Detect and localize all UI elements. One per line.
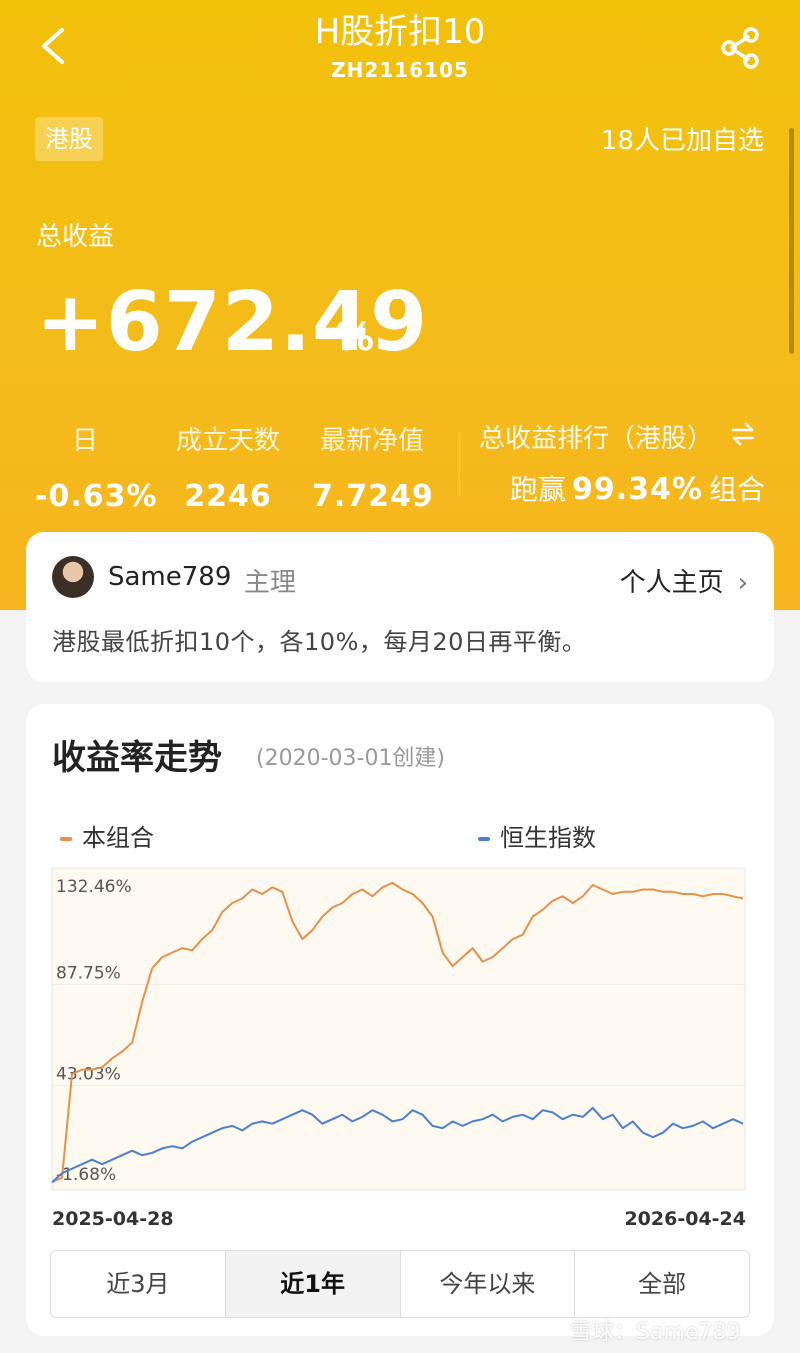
chevron-right-icon: › bbox=[737, 568, 748, 598]
tab-3m[interactable]: 近3月 bbox=[51, 1251, 226, 1317]
rank-label: 总收益排行（港股） bbox=[479, 424, 714, 454]
tab-ytd[interactable]: 今年以来 bbox=[401, 1251, 576, 1317]
rank-suffix: 组合 bbox=[708, 473, 765, 506]
stat-value: 2246 bbox=[184, 479, 272, 514]
tab-1y[interactable]: 近1年 bbox=[225, 1251, 401, 1317]
tab-all[interactable]: 全部 bbox=[575, 1251, 749, 1317]
manager-role: 主理 bbox=[244, 568, 297, 598]
stat-daily: 日 -0.63% bbox=[35, 420, 158, 514]
portfolio-description: 港股最低折扣10个，各10%，每月20日再平衡。 bbox=[52, 628, 587, 656]
portfolio-code: ZH2116105 bbox=[331, 58, 469, 82]
profile-link-label: 个人主页 bbox=[619, 568, 724, 598]
stats-divider bbox=[459, 432, 460, 496]
y-tick-label: -1.68% bbox=[56, 1165, 116, 1185]
back-arrow-icon[interactable] bbox=[34, 24, 74, 68]
manager-name[interactable]: Same789 bbox=[108, 562, 231, 592]
y-tick-label: 87.75% bbox=[56, 964, 121, 984]
x-start-label: 2025-04-28 bbox=[52, 1208, 174, 1230]
x-end-label: 2026-04-24 bbox=[624, 1208, 746, 1230]
manager-card: Same789 主理 个人主页 › 港股最低折扣10个，各10%，每月20日再平衡… bbox=[26, 532, 774, 682]
swap-icon[interactable] bbox=[730, 420, 756, 448]
rank-value: 跑赢 99.34% 组合 bbox=[510, 468, 765, 508]
rank-prefix: 跑赢 bbox=[510, 473, 567, 506]
scrollbar[interactable] bbox=[789, 128, 794, 354]
period-tabs: 近3月 近1年 今年以来 全部 bbox=[50, 1250, 750, 1318]
stat-value: -0.63% bbox=[35, 479, 158, 514]
stat-label: 最新净值 bbox=[319, 426, 424, 456]
stat-days: 成立天数 2246 bbox=[168, 420, 288, 514]
rank-percent: 99.34% bbox=[572, 472, 703, 507]
watermark: 雪球：Same789 bbox=[570, 1320, 741, 1345]
stat-value: 7.7249 bbox=[312, 479, 434, 514]
y-tick-label: 43.03% bbox=[56, 1064, 121, 1084]
return-chart-card: 收益率走势 (2020-03-01创建) 本组合 恒生指数 132.46% 87.… bbox=[26, 704, 774, 1336]
stat-label: 成立天数 bbox=[175, 426, 280, 456]
stat-nav: 最新净值 7.7249 bbox=[312, 420, 434, 514]
stat-label: 日 bbox=[71, 426, 98, 456]
y-tick-label: 132.46% bbox=[56, 877, 132, 897]
market-tag: 港股 bbox=[35, 117, 103, 161]
total-return-unit: % bbox=[336, 315, 375, 359]
page-title: H股折扣10 bbox=[314, 12, 486, 52]
followers-count: 18人已加自选 bbox=[600, 126, 764, 156]
profile-link[interactable]: 个人主页 › bbox=[620, 562, 748, 599]
plot-area bbox=[51, 867, 746, 1191]
avatar[interactable] bbox=[52, 556, 94, 598]
share-icon[interactable] bbox=[716, 24, 764, 72]
return-line-chart[interactable]: 132.46% 87.75% 43.03% -1.68% bbox=[26, 704, 774, 1204]
header-hero: H股折扣10 ZH2116105 港股 18人已加自选 总收益 +672.49 … bbox=[0, 0, 800, 610]
total-return-label: 总收益 bbox=[36, 222, 115, 252]
